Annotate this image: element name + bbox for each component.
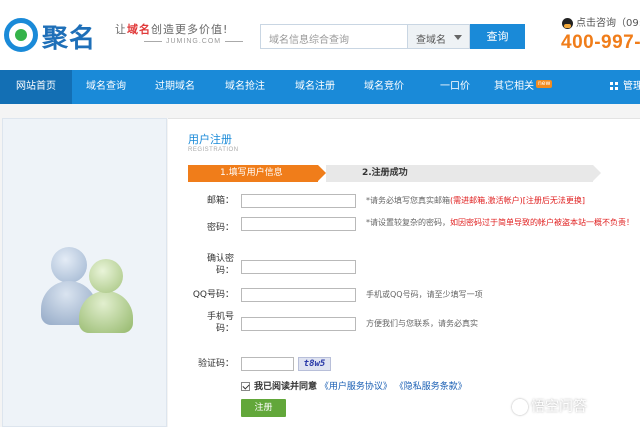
contact-link[interactable]: 点击咨询（09: [562, 14, 640, 29]
slogan-highlight: 域名 [127, 23, 151, 36]
content-area: 用户注册 REGISTRATION 1.填写用户信息 2.注册成功 邮箱： *请… [0, 104, 640, 427]
slogan-prefix: 让 [115, 23, 127, 36]
nav-label: 网站首页 [16, 81, 56, 92]
step-2: 2.注册成功 [326, 165, 601, 182]
grid-icon [610, 82, 618, 90]
step-1: 1.填写用户信息 [188, 165, 326, 182]
mobile-hint: 方便我们与您联系，请务必真实 [366, 319, 478, 328]
phone-number: 400-997- [561, 32, 640, 53]
mobile-label-line2: 码： [215, 324, 234, 334]
search-type-label: 查域名 [416, 35, 446, 46]
main-nav: 网站首页 域名查询 过期域名 域名抢注 域名注册 域名竞价 一口价 其它相关 ne… [0, 70, 640, 104]
search-input[interactable]: 域名信息综合查询 [260, 24, 408, 49]
register-button[interactable]: 注册 [241, 399, 286, 417]
agreement-row: 我已阅读并同意 《用户服务协议》 《隐私服务条款》 [241, 379, 467, 392]
agree-checkbox[interactable] [241, 382, 250, 391]
nav-item-fixed-price[interactable]: 一口价 [440, 70, 470, 104]
captcha-image[interactable]: t8w5 [298, 357, 331, 371]
slogan-sub: JUMING.COM [140, 38, 247, 45]
nav-item-manage[interactable]: 管理 [610, 70, 640, 104]
nav-item-other[interactable]: 其它相关 new [494, 70, 553, 104]
nav-label: 域名查询 [86, 81, 126, 92]
nav-item-expired-domains[interactable]: 过期域名 [155, 70, 195, 104]
qq-hint: 手机或QQ号码，请至少填写一项 [366, 290, 483, 299]
email-hint-warning: (需进邮箱,激活帐户)[注册后无法更换] [450, 196, 586, 205]
privacy-terms-link[interactable]: 《隐私服务条款》 [395, 382, 467, 392]
nav-item-domain-register[interactable]: 域名注册 [295, 70, 335, 104]
step-indicator: 1.填写用户信息 2.注册成功 [188, 165, 601, 182]
agree-text: 我已阅读并同意 [254, 382, 318, 392]
logo-text: 聚名 [42, 24, 97, 54]
password-field[interactable] [241, 217, 356, 231]
nav-label: 一口价 [440, 81, 470, 92]
password-hint-text: *请设置较复杂的密码， [366, 218, 450, 227]
email-field[interactable] [241, 194, 356, 208]
nav-item-domain-query[interactable]: 域名查询 [86, 70, 126, 104]
logo[interactable]: 聚名 [4, 14, 104, 54]
service-agreement-link[interactable]: 《用户服务协议》 [320, 382, 392, 392]
nav-item-domain-snapback[interactable]: 域名抢注 [225, 70, 265, 104]
new-badge: new [536, 80, 553, 88]
chevron-down-icon [454, 35, 462, 40]
mobile-label-line1: 手机号 [206, 312, 234, 322]
search-type-select[interactable]: 查域名 [408, 24, 470, 49]
watermark-text: 悟空问答 [531, 399, 587, 415]
nav-label: 管理 [623, 81, 640, 92]
nav-label: 域名抢注 [225, 81, 265, 92]
nav-label: 过期域名 [155, 81, 195, 92]
page-subtitle: REGISTRATION [188, 147, 239, 153]
watermark-icon [512, 399, 528, 415]
page-title: 用户注册 [188, 133, 232, 146]
nav-label: 其它相关 [494, 81, 534, 92]
captcha-field[interactable] [241, 357, 294, 371]
password-hint-warning: 如因密码过于简单导致的帐户被盗本站一概不负责！ [450, 218, 634, 227]
nav-label: 域名注册 [295, 81, 335, 92]
email-hint: *请务必填写您真实邮箱(需进邮箱,激活帐户)[注册后无法更换] [366, 195, 585, 207]
side-panel [2, 118, 167, 427]
logo-icon [4, 18, 38, 52]
slogan-suffix: 创造更多价值! [151, 23, 229, 36]
search-button[interactable]: 查询 [470, 24, 525, 49]
watermark: 悟空问答 [512, 396, 587, 416]
qq-label: QQ号码： [192, 290, 234, 300]
users-icon [41, 247, 141, 347]
mobile-label: 手机号码： [168, 311, 234, 335]
confirm-label-line2: 码： [215, 266, 234, 276]
password-hint: *请设置较复杂的密码，如因密码过于简单导致的帐户被盗本站一概不负责！ [366, 217, 640, 229]
qq-icon [562, 17, 573, 29]
qq-field[interactable] [241, 288, 356, 302]
email-hint-text: *请务必填写您真实邮箱 [366, 196, 450, 205]
mobile-field[interactable] [241, 317, 356, 331]
captcha-label: 验证码： [197, 359, 234, 369]
confirm-label-line1: 确认密 [206, 254, 234, 264]
confirm-password-field[interactable] [241, 260, 356, 274]
registration-panel: 用户注册 REGISTRATION 1.填写用户信息 2.注册成功 邮箱： *请… [168, 118, 640, 427]
slogan: 让域名创造更多价值! [115, 21, 228, 37]
email-label: 邮箱： [206, 196, 234, 206]
nav-item-domain-auction[interactable]: 域名竞价 [364, 70, 404, 104]
contact-label: 点击咨询（09: [576, 18, 640, 29]
header: 聚名 让域名创造更多价值! JUMING.COM 域名信息综合查询 查域名 查询… [0, 0, 640, 70]
password-label: 密码： [206, 223, 234, 233]
nav-item-home[interactable]: 网站首页 [0, 70, 72, 104]
confirm-password-label: 确认密码： [168, 253, 234, 277]
nav-label: 域名竞价 [364, 81, 404, 92]
